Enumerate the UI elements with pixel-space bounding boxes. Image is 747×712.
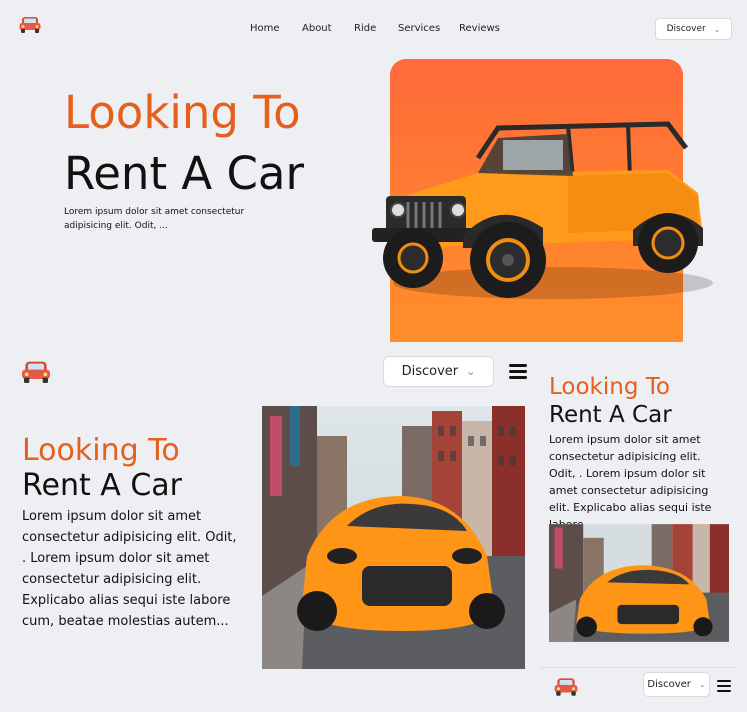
- hero-title-line1: Looking To: [549, 374, 670, 400]
- hamburger-menu-icon[interactable]: [509, 364, 527, 379]
- hero-title-line1: Looking To: [64, 86, 301, 139]
- nav-home[interactable]: Home: [250, 23, 280, 34]
- nav-ride[interactable]: Ride: [354, 23, 376, 34]
- wheel: [470, 222, 546, 298]
- discover-dropdown[interactable]: Discover ⌄: [383, 356, 494, 387]
- hamburger-menu-icon[interactable]: [717, 680, 731, 692]
- nav-about[interactable]: About: [302, 23, 332, 34]
- chevron-down-icon: ⌄: [713, 24, 721, 34]
- car-logo-icon[interactable]: [18, 14, 42, 34]
- discover-label: Discover: [401, 364, 459, 379]
- hero-title-line2: Rent A Car: [549, 402, 672, 428]
- nav-services[interactable]: Services: [398, 23, 440, 34]
- discover-dropdown[interactable]: Discover ⌄: [643, 672, 710, 697]
- discover-dropdown[interactable]: Discover ⌄: [655, 18, 732, 40]
- sports-car-photo: [549, 524, 729, 642]
- discover-label: Discover: [666, 24, 706, 34]
- hero-title-line2: Rent A Car: [64, 147, 304, 200]
- hero-title-line2: Rent A Car: [22, 468, 182, 503]
- jeep-image: [372, 121, 713, 299]
- discover-label: Discover: [647, 679, 691, 690]
- car-logo-icon[interactable]: [20, 357, 52, 385]
- nav-reviews[interactable]: Reviews: [459, 23, 500, 34]
- hero-description: Lorem ipsum dolor sit amet consectetur a…: [22, 509, 237, 629]
- hero-title-line1: Looking To: [22, 433, 180, 468]
- car-logo-icon[interactable]: [553, 675, 579, 697]
- hero-description: Lorem ipsum dolor sit amet consectetur a…: [64, 207, 245, 231]
- sports-car-photo: [262, 406, 525, 669]
- chevron-down-icon: ⌄: [698, 680, 706, 689]
- chevron-down-icon: ⌄: [466, 365, 476, 378]
- hero-description: Lorem ipsum dolor sit amet consectetur a…: [549, 433, 712, 531]
